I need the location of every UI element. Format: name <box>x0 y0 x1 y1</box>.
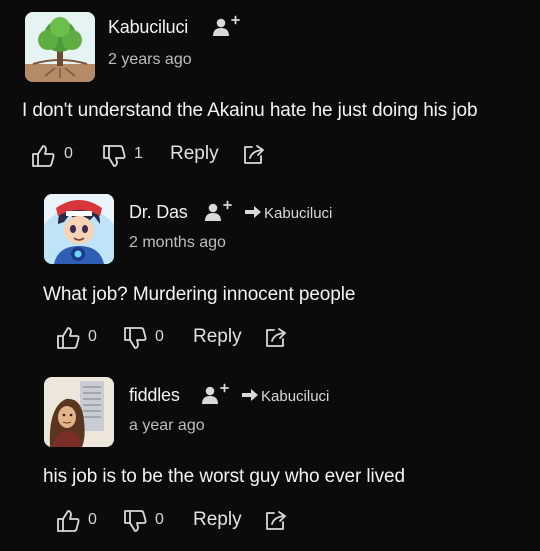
share-icon[interactable] <box>264 509 288 531</box>
add-user-icon[interactable] <box>204 199 232 225</box>
comment-text: What job? Murdering innocent people <box>43 284 356 305</box>
comment-author[interactable]: Dr. Das <box>129 202 188 223</box>
add-user-icon[interactable] <box>212 14 240 40</box>
comment-text: I don't understand the Akainu hate he ju… <box>22 100 478 121</box>
anime-avatar-icon <box>44 194 114 264</box>
reply-button[interactable]: Reply <box>170 143 219 165</box>
like-count: 0 <box>88 328 97 345</box>
reply-to-arrow-icon <box>242 389 258 401</box>
comment-author[interactable]: Kabuciluci <box>108 17 188 38</box>
reply-button[interactable]: Reply <box>193 326 242 348</box>
dislike-icon[interactable] <box>123 509 147 533</box>
comment-time: 2 months ago <box>129 234 226 251</box>
reply-button[interactable]: Reply <box>193 509 242 531</box>
reply-to-arrow-icon <box>245 206 261 218</box>
dislike-icon[interactable] <box>123 326 147 350</box>
like-icon[interactable] <box>56 509 80 533</box>
tree-avatar-icon <box>25 12 95 82</box>
comment-text: his job is to be the worst guy who ever … <box>43 466 405 487</box>
comment-author[interactable]: fiddles <box>129 385 180 406</box>
avatar[interactable] <box>44 377 114 447</box>
like-count: 0 <box>88 511 97 528</box>
dislike-count: 1 <box>134 145 143 162</box>
person-avatar-icon <box>44 377 114 447</box>
dislike-count: 0 <box>155 511 164 528</box>
reply-to-mention[interactable]: Kabuciluci <box>264 205 332 222</box>
dislike-count: 0 <box>155 328 164 345</box>
comment-time: a year ago <box>129 417 205 434</box>
share-icon[interactable] <box>264 326 288 348</box>
add-user-icon[interactable] <box>201 382 229 408</box>
reply-to-mention[interactable]: Kabuciluci <box>261 388 329 405</box>
share-icon[interactable] <box>242 143 266 165</box>
like-icon[interactable] <box>56 326 80 350</box>
avatar[interactable] <box>25 12 95 82</box>
like-icon[interactable] <box>31 144 55 168</box>
dislike-icon[interactable] <box>102 144 126 168</box>
comment-time: 2 years ago <box>108 51 192 68</box>
avatar[interactable] <box>44 194 114 264</box>
like-count: 0 <box>64 145 73 162</box>
